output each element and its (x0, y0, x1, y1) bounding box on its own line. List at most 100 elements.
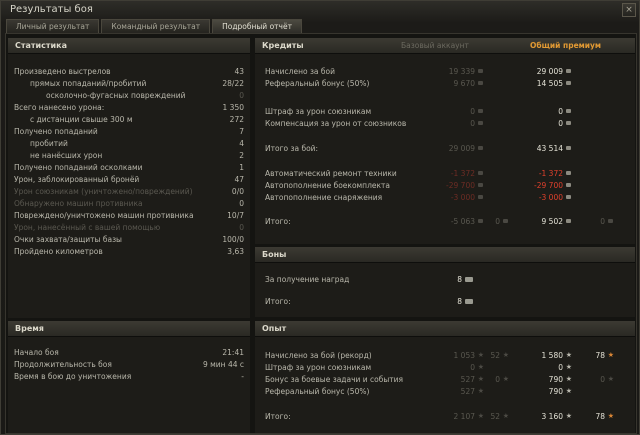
stats-row-value: 1 (239, 163, 244, 172)
xp-row-label: Начислено за бой (рекорд) (265, 351, 372, 360)
xp-star-icon: ★ (565, 363, 572, 371)
stats-row-label: не нанёсших урон (30, 151, 103, 160)
stats-row-value: 0 (239, 199, 244, 208)
base-free-xp-value: 0 (495, 375, 500, 384)
credits-row-label: Начислено за бой (265, 67, 336, 76)
bonds-header: Боны (255, 247, 635, 263)
bonds-row-label: Итого: (265, 297, 291, 306)
stats-row-value: 1 350 (222, 103, 244, 112)
credit-icon (566, 121, 571, 125)
free-xp-icon: ★ (502, 412, 509, 420)
free-xp-icon: ★ (502, 375, 509, 383)
premium-xp-value: 3 160 (541, 412, 563, 421)
tab-personal-result[interactable]: Личный результат (6, 19, 100, 33)
close-button[interactable]: × (622, 3, 636, 17)
stats-row: с дистанции свыше 300 м 272 (14, 114, 244, 125)
battle-results-window: Результаты боя × Личный результат Команд… (0, 0, 640, 435)
base-xp-value: 2 107 (453, 412, 475, 421)
report-content: Статистика Произведено выстрелов 43 прямых… (5, 33, 637, 434)
stats-row-label: Урон, заблокированный бронёй (14, 175, 140, 184)
stats-row-value: 43 (234, 67, 244, 76)
stats-row: Повреждено/уничтожено машин противника 10… (14, 210, 244, 221)
base-free-xp-value: 52 (490, 412, 500, 421)
base-credits-value: -3 000 (450, 193, 475, 202)
bonds-value: 8 (457, 275, 462, 284)
xp-star-icon: ★ (477, 351, 484, 359)
credit-icon (566, 69, 571, 73)
credit-icon (566, 219, 571, 223)
xp-star-icon: ★ (477, 375, 484, 383)
bonds-row-label: За получение наград (265, 275, 350, 284)
credit-icon (478, 195, 483, 199)
xp-row: Начислено за бой (рекорд) 1 053 ★ 52 ★ 1 580 ★… (265, 350, 625, 361)
credit-icon (478, 81, 483, 85)
time-row-label: Время в бою до уничтожения (14, 372, 132, 381)
xp-star-icon: ★ (477, 387, 484, 395)
bonds-row: Итого: 8 (265, 296, 625, 307)
premium-free-xp-value: 0 (600, 375, 605, 384)
premium-credits-value: 14 505 (536, 79, 563, 88)
premium-free-xp-value: 78 (595, 351, 605, 360)
stats-row-label: Обнаружено машин противника (14, 199, 143, 208)
bonds-value: 8 (457, 297, 462, 306)
xp-row: Реферальный бонус (50%) 527 ★ 790 ★ (265, 386, 625, 397)
premium-xp-value: 790 (548, 375, 563, 384)
time-panel: Время Начало боя 21:41 Продолжительность б… (8, 321, 250, 433)
stats-row-label: Урон, нанесённый с вашей помощью (14, 223, 161, 232)
stats-row: Всего нанесено урона: 1 350 (14, 102, 244, 113)
time-row: Продолжительность боя 9 мин 44 с (14, 359, 244, 370)
base-credits-value: 0 (470, 107, 475, 116)
credit-icon (478, 69, 483, 73)
premium-credits-value: 29 009 (536, 67, 563, 76)
stats-panel: Статистика Произведено выстрелов 43 прямых… (8, 38, 250, 318)
base-account-header: Базовый аккаунт (401, 41, 469, 50)
stats-row-value: 3,63 (227, 247, 244, 256)
premium-xp-value: 790 (548, 387, 563, 396)
free-xp-icon: ★ (607, 351, 614, 359)
credit-icon (478, 146, 483, 150)
stats-row: не нанёсших урон 2 (14, 150, 244, 161)
xp-row: Бонус за боевые задачи и события 527 ★ 0 ★ 79… (265, 374, 625, 385)
stats-row-value: 7 (239, 127, 244, 136)
stats-row: прямых попаданий/пробитий 28/22 (14, 78, 244, 89)
tab-team-result[interactable]: Командный результат (101, 19, 211, 33)
credits-row-label: Штраф за урон союзникам (265, 107, 372, 116)
stats-row-label: прямых попаданий/пробитий (30, 79, 147, 88)
time-header: Время (8, 321, 250, 337)
credit-icon (478, 121, 483, 125)
xp-title: Опыт (262, 324, 287, 333)
bonds-panel: Боны За получение наград 8 Итого: 8 (255, 247, 635, 317)
time-row-label: Начало боя (14, 348, 59, 357)
base-free-xp-value: 52 (490, 351, 500, 360)
time-title: Время (15, 324, 44, 333)
credits-row-label: Итого за бой: (265, 144, 319, 153)
credits-row: Компенсация за урон от союзников 0 0 (265, 118, 625, 129)
stats-row-value: 272 (229, 115, 244, 124)
tab-detailed-report[interactable]: Подробный отчёт (212, 19, 302, 33)
base-credits-value: 0 (470, 119, 475, 128)
xp-header: Опыт (255, 321, 635, 337)
stats-row-value: 100/0 (222, 235, 244, 244)
credits-row-label: Автоматический ремонт техники (265, 169, 397, 178)
credit-icon (566, 171, 571, 175)
stats-row-value: 0 (239, 223, 244, 232)
stats-row-label: пробитий (30, 139, 68, 148)
credit-icon (478, 219, 483, 223)
free-xp-icon: ★ (502, 351, 509, 359)
xp-star-icon: ★ (477, 412, 484, 420)
xp-star-icon: ★ (565, 387, 572, 395)
xp-star-icon: ★ (565, 351, 572, 359)
bonds-row: За получение наград 8 (265, 274, 625, 285)
credit-icon (566, 109, 571, 113)
stats-row-label: Получено попаданий осколками (14, 163, 143, 172)
time-row-value: 21:41 (222, 348, 244, 357)
tab-bar: Личный результат Командный результат Под… (6, 19, 304, 33)
stats-title: Статистика (15, 41, 67, 50)
premium-credits-value: 43 514 (536, 144, 563, 153)
credits-header: Кредиты Базовый аккаунт Общий премиум (255, 38, 635, 54)
premium-credits-value: -3 000 (538, 193, 563, 202)
stats-header: Статистика (8, 38, 250, 54)
stats-row-label: с дистанции свыше 300 м (30, 115, 133, 124)
stats-row-label: Произведено выстрелов (14, 67, 111, 76)
bonds-title: Боны (262, 250, 287, 259)
